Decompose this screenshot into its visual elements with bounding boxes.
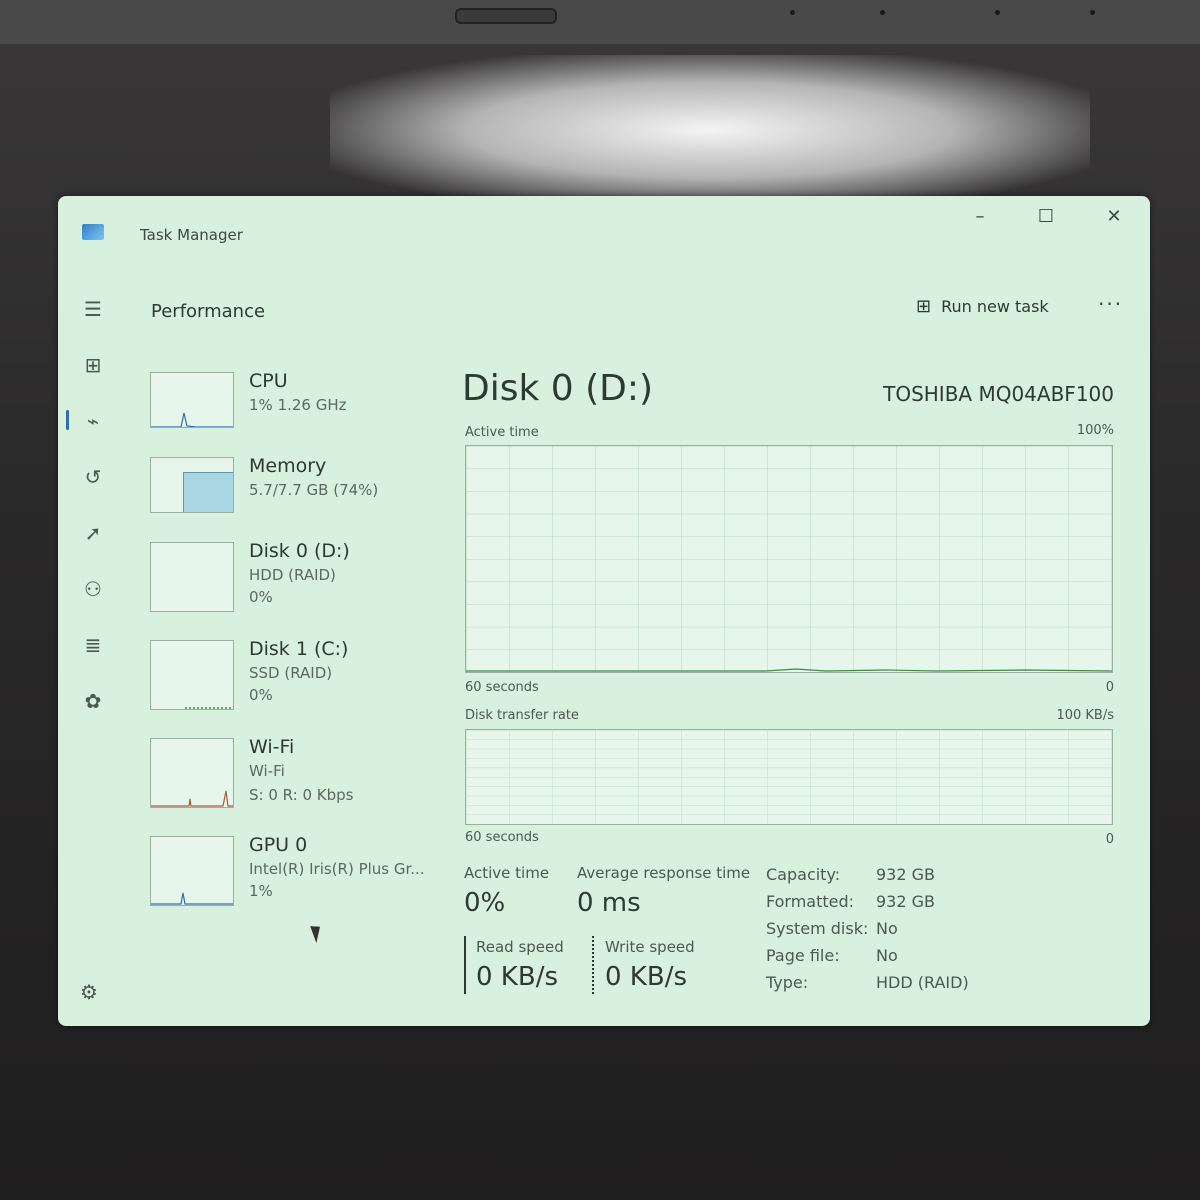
prop-formatted-label: Formatted:	[766, 892, 855, 911]
transfer-rate-graph-max: 100 KB/s	[1056, 708, 1114, 723]
device-detail: Intel(R) Iris(R) Plus Gr...	[249, 860, 425, 878]
bezel-dot	[790, 10, 795, 15]
task-manager-window: Task Manager – ☐ ✕ ☰ ⊞ ⌁ ↺ ➚ ⚇ ≣ ✿ ⚙ Per…	[58, 196, 1150, 1026]
transfer-rate-graph-timespan: 60 seconds	[465, 830, 539, 845]
device-item-wifi[interactable]: Wi-Fi Wi-Fi S: 0 R: 0 Kbps	[150, 736, 480, 816]
device-item-cpu[interactable]: CPU 1% 1.26 GHz	[150, 370, 480, 450]
page-title: Performance	[151, 301, 266, 322]
cpu-thumbnail-graph	[150, 372, 234, 428]
wifi-thumbnail-graph	[150, 738, 234, 808]
more-options-icon[interactable]: ···	[1098, 292, 1123, 316]
ceiling-light-reflection	[330, 55, 1090, 205]
active-time-graph-min: 0	[1105, 680, 1114, 695]
prop-capacity-value: 932 GB	[876, 865, 935, 884]
read-speed-label: Read speed	[476, 938, 564, 956]
gpu0-thumbnail-graph	[150, 836, 234, 906]
device-item-gpu0[interactable]: GPU 0 Intel(R) Iris(R) Plus Gr... 1%	[150, 834, 480, 914]
active-time-graph-max: 100%	[1076, 423, 1114, 438]
bezel-dot	[880, 10, 885, 15]
screen-bezel	[0, 0, 1200, 44]
device-usage: 1%	[249, 882, 273, 900]
memory-thumbnail-graph	[150, 457, 234, 513]
bezel-dot	[995, 10, 1000, 15]
prop-capacity-label: Capacity:	[766, 865, 841, 884]
active-time-graph	[465, 445, 1113, 673]
device-name: Disk 1 (C:)	[249, 638, 349, 660]
prop-type-value: HDD (RAID)	[876, 973, 969, 992]
nav-active-indicator	[66, 410, 69, 430]
device-name: GPU 0	[249, 834, 308, 856]
prop-system-disk-value: No	[876, 919, 898, 938]
disk0-thumbnail-graph	[150, 542, 234, 612]
write-speed-value: 0 KB/s	[605, 962, 687, 992]
processes-icon[interactable]: ⊞	[80, 352, 106, 378]
mouse-cursor-icon	[310, 923, 325, 943]
camera-sensor	[455, 8, 557, 24]
details-list-icon[interactable]: ≣	[80, 632, 106, 658]
active-time-stat-value: 0%	[464, 888, 506, 918]
prop-type-label: Type:	[766, 973, 809, 992]
settings-gear-icon[interactable]: ⚙	[80, 980, 98, 1004]
transfer-rate-graph	[465, 729, 1113, 825]
device-name: Wi-Fi	[249, 736, 295, 758]
transfer-rate-graph-min: 0	[1105, 832, 1114, 847]
maximize-icon[interactable]: ☐	[1026, 206, 1066, 227]
users-icon[interactable]: ⚇	[80, 576, 106, 602]
performance-icon[interactable]: ⌁	[80, 408, 106, 434]
disk1-thumbnail-graph	[150, 640, 234, 710]
task-manager-app-icon	[82, 224, 104, 240]
device-item-disk1[interactable]: Disk 1 (C:) SSD (RAID) 0%	[150, 638, 480, 718]
write-speed-marker	[592, 936, 596, 994]
device-detail: Wi-Fi	[249, 762, 285, 780]
device-detail: HDD (RAID)	[249, 566, 336, 584]
transfer-rate-graph-label: Disk transfer rate	[465, 708, 579, 723]
avg-response-label: Average response time	[577, 864, 751, 882]
prop-page-file-label: Page file:	[766, 946, 840, 965]
run-task-icon: ⊞	[916, 296, 932, 317]
device-name: CPU	[249, 370, 288, 392]
window-title: Task Manager	[140, 226, 243, 244]
startup-apps-icon[interactable]: ➚	[80, 520, 106, 546]
write-speed-label: Write speed	[605, 938, 695, 956]
device-detail: SSD (RAID)	[249, 664, 333, 682]
close-icon[interactable]: ✕	[1094, 206, 1134, 227]
device-item-disk0[interactable]: Disk 0 (D:) HDD (RAID) 0%	[150, 540, 480, 620]
read-speed-marker	[464, 936, 466, 994]
device-usage: 0%	[249, 686, 273, 704]
avg-response-value: 0 ms	[577, 888, 641, 918]
run-new-task-button[interactable]: ⊞ Run new task	[916, 296, 1049, 317]
disk-model: TOSHIBA MQ04ABF100	[883, 382, 1114, 406]
device-item-memory[interactable]: Memory 5.7/7.7 GB (74%)	[150, 455, 480, 535]
device-detail: 1% 1.26 GHz	[249, 396, 347, 414]
run-new-task-label: Run new task	[941, 297, 1049, 316]
app-history-icon[interactable]: ↺	[80, 464, 106, 490]
active-time-stat-label: Active time	[464, 864, 550, 882]
active-time-graph-label: Active time	[465, 425, 539, 440]
minimize-icon[interactable]: –	[960, 206, 1000, 227]
prop-page-file-value: No	[876, 946, 898, 965]
device-usage: S: 0 R: 0 Kbps	[249, 786, 354, 804]
prop-formatted-value: 932 GB	[876, 892, 935, 911]
active-time-graph-timespan: 60 seconds	[465, 680, 539, 695]
device-name: Disk 0 (D:)	[249, 540, 350, 562]
read-speed-value: 0 KB/s	[476, 962, 558, 992]
hamburger-menu-icon[interactable]: ☰	[80, 296, 106, 322]
services-icon[interactable]: ✿	[80, 688, 106, 714]
disk-title: Disk 0 (D:)	[462, 368, 654, 409]
bezel-dot	[1090, 10, 1095, 15]
device-usage: 0%	[249, 588, 273, 606]
prop-system-disk-label: System disk:	[766, 919, 869, 938]
device-name: Memory	[249, 455, 327, 477]
device-detail: 5.7/7.7 GB (74%)	[249, 481, 379, 499]
